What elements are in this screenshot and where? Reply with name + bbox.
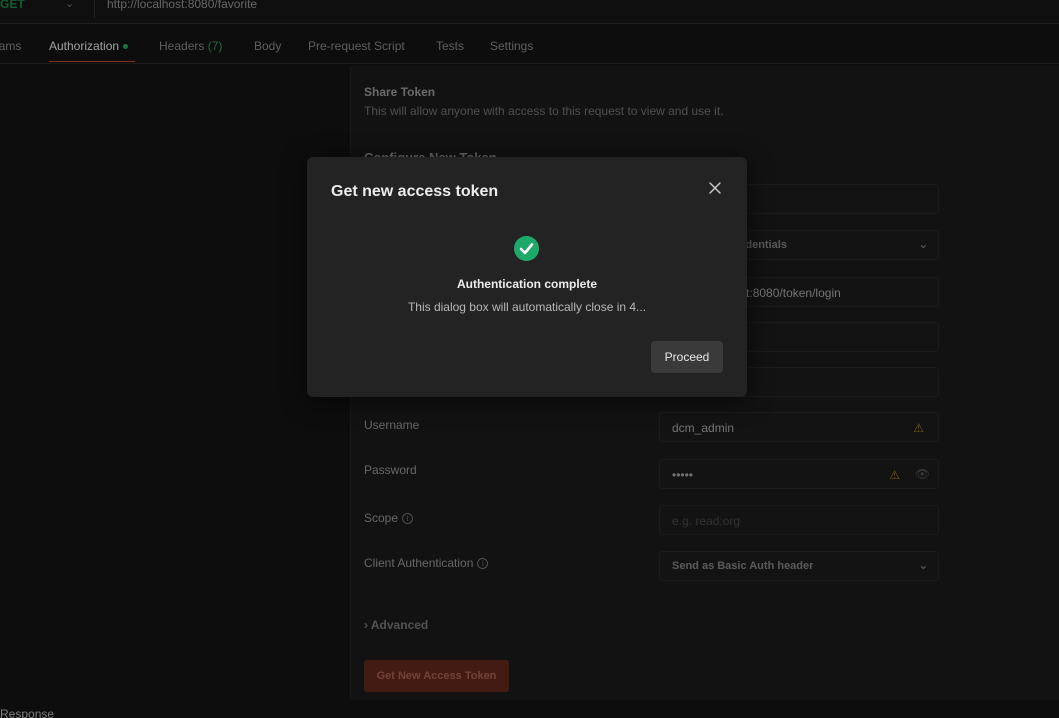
access-token-modal: Get new access token Authentication comp… bbox=[307, 157, 747, 397]
modal-message: This dialog box will automatically close… bbox=[407, 300, 647, 314]
close-icon[interactable] bbox=[706, 179, 724, 197]
check-circle-icon bbox=[514, 236, 539, 261]
modal-title: Get new access token bbox=[331, 183, 499, 200]
proceed-button[interactable]: Proceed bbox=[651, 341, 723, 373]
modal-heading: Authentication complete bbox=[456, 277, 597, 291]
